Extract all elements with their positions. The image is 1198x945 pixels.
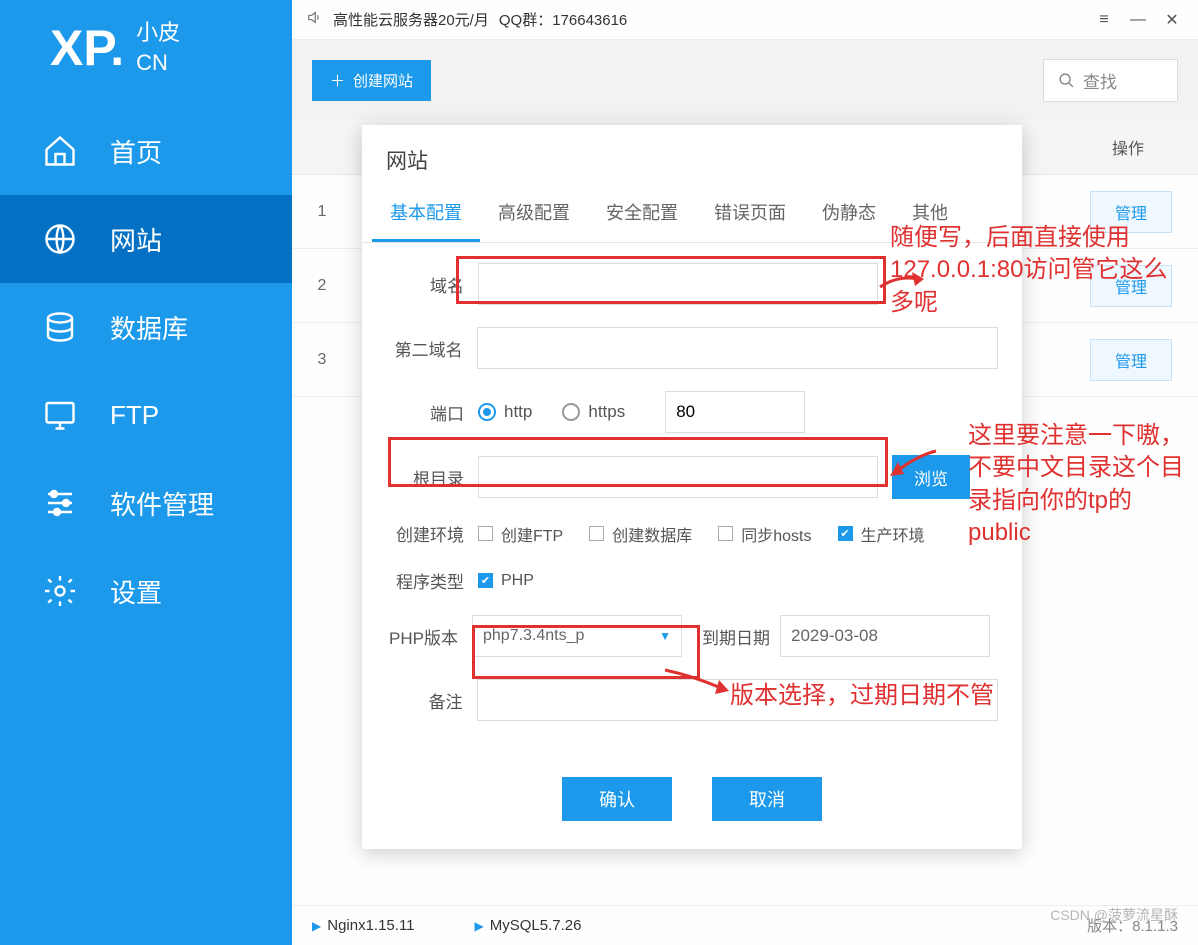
checkbox-icon (589, 526, 604, 541)
nav-label: FTP (110, 400, 159, 431)
manage-button[interactable]: 管理 (1090, 265, 1172, 307)
home-icon (42, 133, 78, 169)
create-website-button[interactable]: ＋ 创建网站 (312, 60, 431, 101)
checkbox-icon (718, 526, 733, 541)
nav: 首页 网站 数据库 FTP 软件管理 设置 (0, 107, 292, 945)
manage-button[interactable]: 管理 (1090, 339, 1172, 381)
logo-cn: 小皮 CN (136, 18, 180, 77)
speaker-icon (306, 9, 323, 30)
row-index: 2 (292, 277, 352, 295)
radio-http[interactable]: http (478, 402, 532, 422)
manage-button[interactable]: 管理 (1090, 191, 1172, 233)
browse-button[interactable]: 浏览 (892, 455, 970, 499)
label-root: 根目录 (386, 465, 478, 490)
create-label: 创建网站 (353, 70, 413, 91)
modal-form: 域名 第二域名 端口 http https 根目录 浏览 创建环境 创建FTP … (362, 243, 1022, 767)
label-php-version: PHP版本 (386, 624, 472, 649)
sliders-icon (42, 485, 78, 521)
logo-xp: XP. (50, 23, 124, 73)
domain2-input[interactable] (477, 327, 998, 369)
label-type: 程序类型 (386, 568, 478, 593)
search-placeholder: 查找 (1083, 68, 1117, 93)
checkbox-on-icon: ✔ (478, 573, 493, 588)
label-remark: 备注 (386, 688, 477, 713)
toolbar: ＋ 创建网站 查找 (292, 40, 1198, 120)
watermark: CSDN @菠萝流星酥 (1050, 905, 1178, 925)
tab-basic[interactable]: 基本配置 (372, 187, 480, 242)
port-input[interactable] (665, 391, 805, 433)
tab-error[interactable]: 错误页面 (696, 187, 804, 242)
checkbox-prod[interactable]: ✔生产环境 (838, 522, 925, 546)
nav-website[interactable]: 网站 (0, 195, 292, 283)
promo-text[interactable]: 高性能云服务器20元/月 (333, 9, 489, 30)
menu-icon[interactable]: ≡ (1092, 11, 1116, 29)
radio-on-icon (478, 403, 496, 421)
play-icon: ▶ (475, 919, 484, 933)
nav-label: 设置 (110, 573, 162, 610)
topbar: 高性能云服务器20元/月 QQ群：176643616 ≡ — ✕ (292, 0, 1198, 40)
caret-down-icon: ▼ (659, 629, 671, 643)
nav-home[interactable]: 首页 (0, 107, 292, 195)
checkbox-icon (478, 526, 493, 541)
confirm-button[interactable]: 确认 (562, 777, 672, 821)
status-nginx[interactable]: ▶Nginx1.15.11 (312, 917, 415, 934)
nav-software[interactable]: 软件管理 (0, 459, 292, 547)
col-operation: 操作 (1058, 135, 1198, 159)
qq-text: QQ群：176643616 (499, 9, 627, 30)
tab-security[interactable]: 安全配置 (588, 187, 696, 242)
radio-off-icon (562, 403, 580, 421)
tab-other[interactable]: 其他 (894, 187, 966, 242)
checkbox-db[interactable]: 创建数据库 (589, 522, 692, 546)
nav-label: 数据库 (110, 309, 188, 346)
website-modal: 网站 基本配置 高级配置 安全配置 错误页面 伪静态 其他 域名 第二域名 端口… (362, 125, 1022, 849)
radio-https[interactable]: https (562, 402, 625, 422)
checkbox-hosts[interactable]: 同步hosts (718, 522, 811, 546)
label-expire: 到期日期 (702, 624, 770, 649)
gear-icon (42, 573, 78, 609)
status-mysql[interactable]: ▶MySQL5.7.26 (475, 917, 582, 934)
tab-rewrite[interactable]: 伪静态 (804, 187, 894, 242)
label-env: 创建环境 (386, 521, 478, 546)
checkbox-php[interactable]: ✔PHP (478, 572, 534, 590)
checkbox-on-icon: ✔ (838, 526, 853, 541)
nav-label: 首页 (110, 133, 162, 170)
search-icon (1058, 72, 1075, 89)
nav-label: 网站 (110, 221, 162, 258)
sidebar: XP. 小皮 CN 首页 网站 数据库 FTP (0, 0, 292, 945)
row-index: 1 (292, 203, 352, 221)
select-value: php7.3.4nts_p (483, 627, 584, 645)
expire-input[interactable] (780, 615, 990, 657)
cancel-button[interactable]: 取消 (712, 777, 822, 821)
nav-settings[interactable]: 设置 (0, 547, 292, 635)
nav-ftp[interactable]: FTP (0, 371, 292, 459)
modal-actions: 确认 取消 (362, 767, 1022, 849)
nav-database[interactable]: 数据库 (0, 283, 292, 371)
database-icon (42, 309, 78, 345)
label-domain: 域名 (386, 272, 478, 297)
play-icon: ▶ (312, 919, 321, 933)
tab-advanced[interactable]: 高级配置 (480, 187, 588, 242)
label-domain2: 第二域名 (386, 336, 477, 361)
monitor-icon (42, 397, 78, 433)
globe-icon (42, 221, 78, 257)
domain-input[interactable] (478, 263, 878, 305)
root-input[interactable] (478, 456, 878, 498)
remark-input[interactable] (477, 679, 998, 721)
row-index: 3 (292, 351, 352, 369)
plus-icon: ＋ (330, 70, 345, 91)
nav-label: 软件管理 (110, 485, 214, 522)
close-icon[interactable]: ✕ (1160, 10, 1184, 30)
logo: XP. 小皮 CN (0, 0, 292, 107)
search-box[interactable]: 查找 (1043, 59, 1178, 102)
checkbox-ftp[interactable]: 创建FTP (478, 522, 563, 546)
modal-title: 网站 (362, 125, 1022, 187)
label-port: 端口 (386, 400, 478, 425)
php-version-select[interactable]: php7.3.4nts_p ▼ (472, 615, 682, 657)
minimize-icon[interactable]: — (1126, 11, 1150, 29)
modal-tabs: 基本配置 高级配置 安全配置 错误页面 伪静态 其他 (362, 187, 1022, 243)
